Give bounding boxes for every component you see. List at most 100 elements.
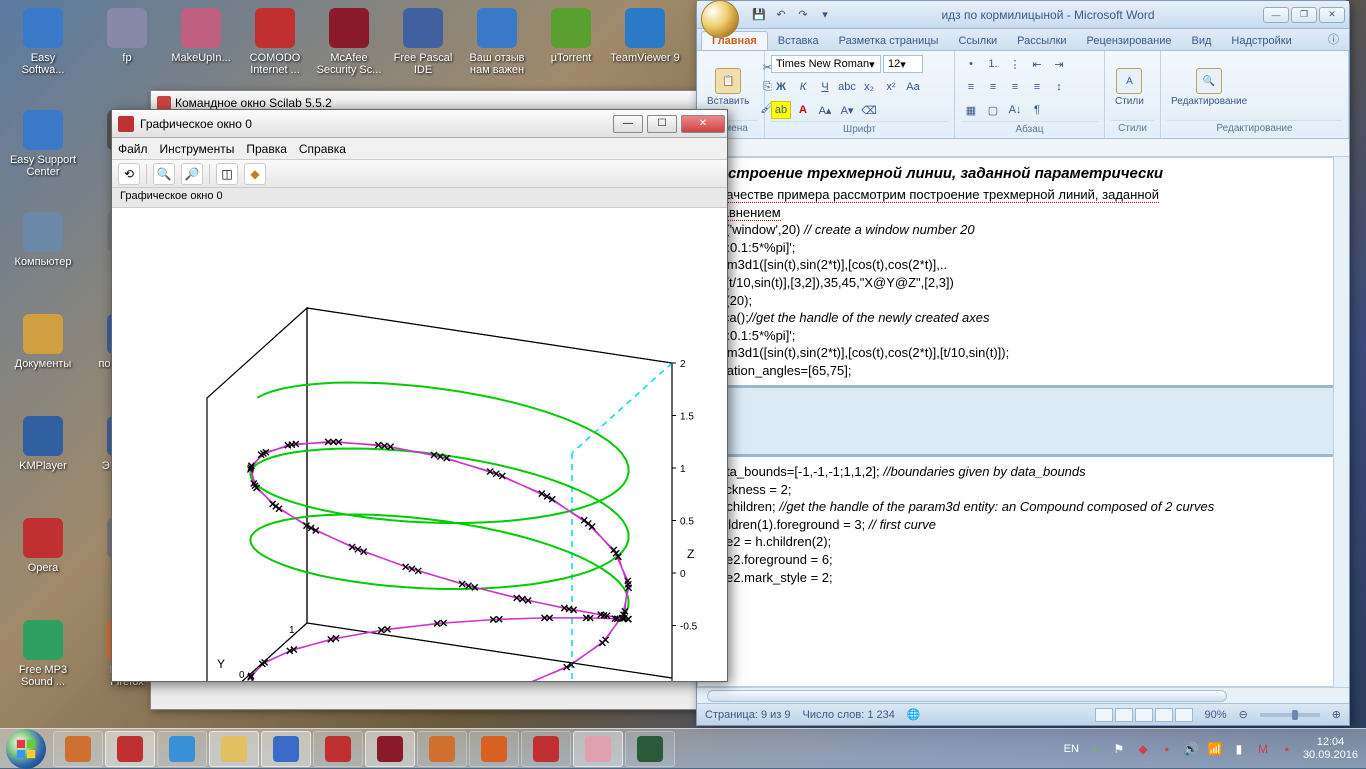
ribbon-tab[interactable]: Вставка [768,32,829,50]
sort-button[interactable]: A↓ [1005,101,1025,119]
view-web-layout[interactable] [1135,708,1153,722]
italic-button[interactable]: К [793,78,813,96]
word-page[interactable]: Построение трехмерной линии, заданной па… [697,157,1349,687]
styles-button[interactable]: AСтили [1111,66,1148,109]
change-case-button[interactable]: Aa [903,78,923,96]
tray-lang[interactable]: EN [1064,743,1079,755]
undo-icon[interactable]: ↶ [773,7,789,23]
desktop-icon[interactable]: fp [92,8,162,64]
show-marks-button[interactable]: ¶ [1027,101,1047,119]
justify-button[interactable]: ≡ [1027,78,1047,96]
taskbar-item[interactable] [53,731,103,767]
align-right-button[interactable]: ≡ [1005,78,1025,96]
word-vertical-scrollbar[interactable] [1333,157,1349,687]
view-full-screen[interactable] [1115,708,1133,722]
save-icon[interactable]: 💾 [751,7,767,23]
underline-button[interactable]: Ч [815,78,835,96]
scilab-gfx-tab[interactable]: Графическое окно 0 [120,190,223,202]
view-draft[interactable] [1175,708,1193,722]
start-button[interactable] [6,729,46,769]
line-spacing-button[interactable]: ↕ [1049,78,1069,96]
taskbar-item[interactable] [105,731,155,767]
taskbar-item[interactable] [313,731,363,767]
multilevel-button[interactable]: ⋮ [1005,55,1025,73]
desktop-icon[interactable]: Ваш отзыв нам важен [462,8,532,76]
desktop-icon[interactable]: µTorrent [536,8,606,64]
desktop-icon[interactable]: TeamViewer 9 [610,8,680,64]
status-page[interactable]: Страница: 9 из 9 [705,709,791,721]
menu-help[interactable]: Справка [299,142,346,156]
view-print-layout[interactable] [1095,708,1113,722]
close-button[interactable]: ✕ [681,115,725,133]
scilab-gfx-canvas[interactable]: 10.80.60.40.20-0.2-0.4-0.6-0.8-1 -101 -0… [112,208,727,681]
taskbar-item[interactable] [261,731,311,767]
strike-button[interactable]: abc [837,78,857,96]
desktop-icon[interactable]: McAfee Security Sc... [314,8,384,76]
desktop-icon[interactable]: KMPlayer [8,416,78,472]
minimize-button[interactable]: — [613,115,643,133]
tray-flag-icon[interactable]: ⚑ [1111,741,1127,757]
word-window[interactable]: 💾 ↶ ↷ ▾ идз по кормилицыной - Microsoft … [696,0,1350,726]
indent-inc-button[interactable]: ⇥ [1049,55,1069,73]
word-horizontal-scrollbar[interactable] [697,687,1349,703]
scilab-graphics-window[interactable]: Графическое окно 0 — ☐ ✕ Файл Инструмент… [111,109,728,682]
rotate-icon[interactable]: ⟲ [118,163,140,185]
desktop-icon[interactable]: Opera [8,518,78,574]
shading-button[interactable]: ▦ [961,101,981,119]
ribbon-tab[interactable]: Надстройки [1221,32,1301,50]
editing-button[interactable]: 🔍Редактирование [1167,66,1251,109]
zoom-slider-thumb[interactable] [1292,710,1298,720]
borders-button[interactable]: ▢ [983,101,1003,119]
font-size-select[interactable]: 12 ▾ [883,55,923,73]
bullets-button[interactable]: • [961,55,981,73]
maximize-button[interactable]: ☐ [647,115,677,133]
tray-comodo-icon[interactable]: ▪ [1159,741,1175,757]
desktop-icon[interactable]: Free MP3 Sound ... [8,620,78,688]
taskbar-item[interactable] [625,731,675,767]
highlight-button[interactable]: ab [771,101,791,119]
clear-format-button[interactable]: ⌫ [859,101,879,119]
word-titlebar[interactable]: 💾 ↶ ↷ ▾ идз по кормилицыной - Microsoft … [697,1,1349,29]
tray-nvidia-icon[interactable]: ▪ [1087,741,1103,757]
zoom-out-icon[interactable]: 🔎 [181,163,203,185]
word-document-content[interactable]: Построение трехмерной линии, заданной па… [698,158,1348,592]
paste-button[interactable]: 📋 Вставить [703,66,753,109]
word-restore-button[interactable]: ❐ [1291,7,1317,23]
zoom-in-button[interactable]: ⊕ [1332,708,1341,721]
taskbar-item[interactable] [209,731,259,767]
view-outline[interactable] [1155,708,1173,722]
menu-file[interactable]: Файл [118,142,148,156]
taskbar-item[interactable] [157,731,207,767]
ribbon-tab[interactable]: Вид [1182,32,1222,50]
ribbon-tab[interactable]: Рассылки [1007,32,1076,50]
tray-shield-icon[interactable]: ◆ [1135,741,1151,757]
word-minimize-button[interactable]: — [1263,7,1289,23]
bold-button[interactable]: Ж [771,78,791,96]
ribbon-tab[interactable]: Рецензирование [1077,32,1182,50]
desktop-icon[interactable]: Документы [8,314,78,370]
taskbar-item[interactable] [573,731,623,767]
desktop-icon[interactable]: COMODO Internet ... [240,8,310,76]
ribbon-tab[interactable]: Ссылки [948,32,1007,50]
desktop-icon[interactable]: Easy Support Center [8,110,78,178]
taskbar-item[interactable] [417,731,467,767]
qat-dropdown-icon[interactable]: ▾ [817,7,833,23]
ribbon-tab[interactable]: Разметка страницы [829,32,949,50]
tray-network-icon[interactable]: 📶 [1207,741,1223,757]
word-close-button[interactable]: ✕ [1319,7,1345,23]
shrink-font-button[interactable]: A▾ [837,101,857,119]
align-left-button[interactable]: ≡ [961,78,981,96]
taskbar-item[interactable] [365,731,415,767]
status-lang-icon[interactable]: 🌐 [907,708,921,721]
object-icon[interactable]: ◆ [244,163,266,185]
tray-pdf-icon[interactable]: ▪ [1279,741,1295,757]
desktop-icon[interactable]: Free Pascal IDE [388,8,458,76]
office-orb-button[interactable] [701,0,739,38]
zoom-slider[interactable] [1260,713,1320,717]
zoom-level[interactable]: 90% [1205,709,1227,721]
taskbar-item[interactable] [521,731,571,767]
menu-tools[interactable]: Инструменты [160,142,235,156]
superscript-button[interactable]: x² [881,78,901,96]
grow-font-button[interactable]: A▴ [815,101,835,119]
desktop-icon[interactable]: Компьютер [8,212,78,268]
